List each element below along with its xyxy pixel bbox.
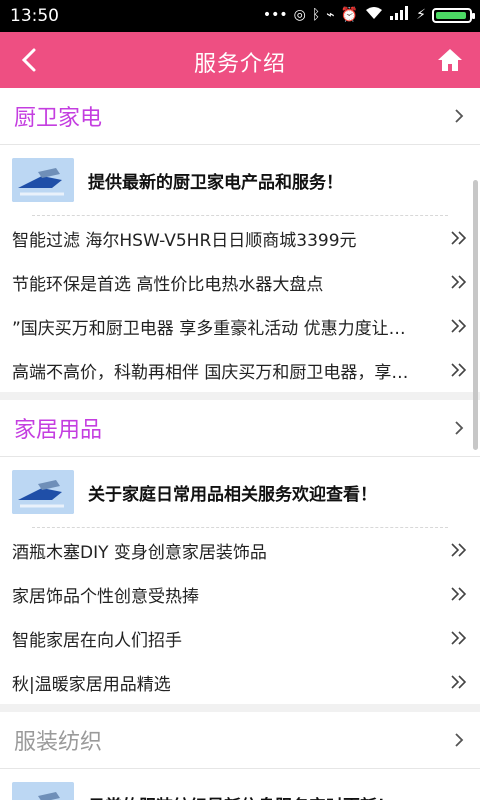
list-item[interactable]: ”国庆买万和厨卫电器 享多重豪礼活动 优惠力度让…: [0, 304, 480, 348]
section-apparel-textiles: 服装纺织 日常的服装纺织最新信息服务实时更新！: [0, 712, 480, 800]
section-thumbnail: [12, 782, 74, 800]
chevron-right-icon: [455, 109, 464, 123]
section-kitchen-appliances: 厨卫家电 提供最新的厨卫家电产品和服务！ 智能过滤 海尔HSW-V5HR日日顺商…: [0, 88, 480, 392]
section-home-goods: 家居用品 关于家庭日常用品相关服务欢迎查看！ 酒瓶木塞DIY 变身创意家居装饰品…: [0, 400, 480, 704]
double-chevron-right-icon: [451, 543, 467, 557]
list-item-title: 智能家居在向人们招手: [12, 630, 182, 651]
list-item-title: 家居饰品个性创意受热捧: [12, 586, 199, 607]
sync-icon: ◎: [293, 7, 306, 23]
list-item[interactable]: 高端不高价，科勒再相伴 国庆买万和厨卫电器，享…: [0, 348, 480, 392]
scrollbar[interactable]: [473, 180, 478, 450]
list-item-title: 高端不高价，科勒再相伴 国庆买万和厨卫电器，享…: [12, 362, 409, 383]
section-intro-text: 关于家庭日常用品相关服务欢迎查看！: [88, 484, 377, 505]
list-item[interactable]: 秋|温暖家居用品精选: [0, 660, 480, 704]
signal-icon: [390, 6, 410, 24]
charging-icon: ⚡: [416, 7, 426, 23]
list-item[interactable]: 酒瓶木塞DIY 变身创意家居装饰品: [0, 528, 480, 572]
list-item[interactable]: 智能家居在向人们招手: [0, 616, 480, 660]
section-intro[interactable]: 提供最新的厨卫家电产品和服务！: [0, 145, 480, 215]
page-title: 服务介绍: [193, 52, 286, 77]
status-time: 13:50: [10, 6, 59, 26]
chevron-right-icon: [455, 733, 464, 747]
home-icon: [438, 49, 462, 71]
double-chevron-right-icon: [451, 319, 467, 333]
section-title: 厨卫家电: [14, 106, 103, 131]
list-item[interactable]: 智能过滤 海尔HSW-V5HR日日顺商城3399元: [0, 216, 480, 260]
list-item-title: 酒瓶木塞DIY 变身创意家居装饰品: [12, 542, 267, 563]
battery-icon: [432, 7, 475, 23]
section-intro[interactable]: 日常的服装纺织最新信息服务实时更新！: [0, 769, 480, 800]
alarm-icon: ⏰: [340, 7, 359, 23]
more-icon: •••: [262, 7, 288, 23]
double-chevron-right-icon: [451, 675, 467, 689]
status-icons: ••• ◎ ᛒ ⌁ ⏰ ⚡: [262, 6, 475, 24]
status-bar: 13:50 ••• ◎ ᛒ ⌁ ⏰ ⚡: [0, 0, 480, 32]
list-item[interactable]: 家居饰品个性创意受热捧: [0, 572, 480, 616]
section-title: 家居用品: [14, 418, 103, 443]
list-item-title: 智能过滤 海尔HSW-V5HR日日顺商城3399元: [12, 230, 357, 251]
section-header[interactable]: 厨卫家电: [0, 88, 480, 145]
double-chevron-right-icon: [451, 231, 467, 245]
double-chevron-right-icon: [451, 631, 467, 645]
section-intro-text: 提供最新的厨卫家电产品和服务！: [88, 172, 343, 193]
double-chevron-right-icon: [451, 363, 467, 377]
chevron-right-icon: [455, 421, 464, 435]
vibrate-icon: ⌁: [326, 7, 335, 23]
bluetooth-icon: ᛒ: [311, 7, 321, 23]
section-header[interactable]: 家居用品: [0, 400, 480, 457]
section-intro-text: 日常的服装纺织最新信息服务实时更新！: [88, 792, 394, 800]
section-thumbnail: [12, 158, 74, 202]
section-header[interactable]: 服装纺织: [0, 712, 480, 769]
list-item-title: ”国庆买万和厨卫电器 享多重豪礼活动 优惠力度让…: [12, 318, 406, 339]
list-item[interactable]: 节能环保是首选 高性价比电热水器大盘点: [0, 260, 480, 304]
content-scroll-area[interactable]: 厨卫家电 提供最新的厨卫家电产品和服务！ 智能过滤 海尔HSW-V5HR日日顺商…: [0, 88, 480, 800]
section-intro[interactable]: 关于家庭日常用品相关服务欢迎查看！: [0, 457, 480, 527]
app-header: 服务介绍: [0, 32, 480, 88]
list-item-title: 秋|温暖家居用品精选: [12, 674, 171, 695]
home-button[interactable]: [436, 46, 464, 74]
wifi-icon: [364, 6, 384, 24]
section-title: 服装纺织: [14, 730, 103, 755]
double-chevron-right-icon: [451, 587, 467, 601]
section-thumbnail: [12, 470, 74, 514]
double-chevron-right-icon: [451, 275, 467, 289]
list-item-title: 节能环保是首选 高性价比电热水器大盘点: [12, 274, 324, 295]
